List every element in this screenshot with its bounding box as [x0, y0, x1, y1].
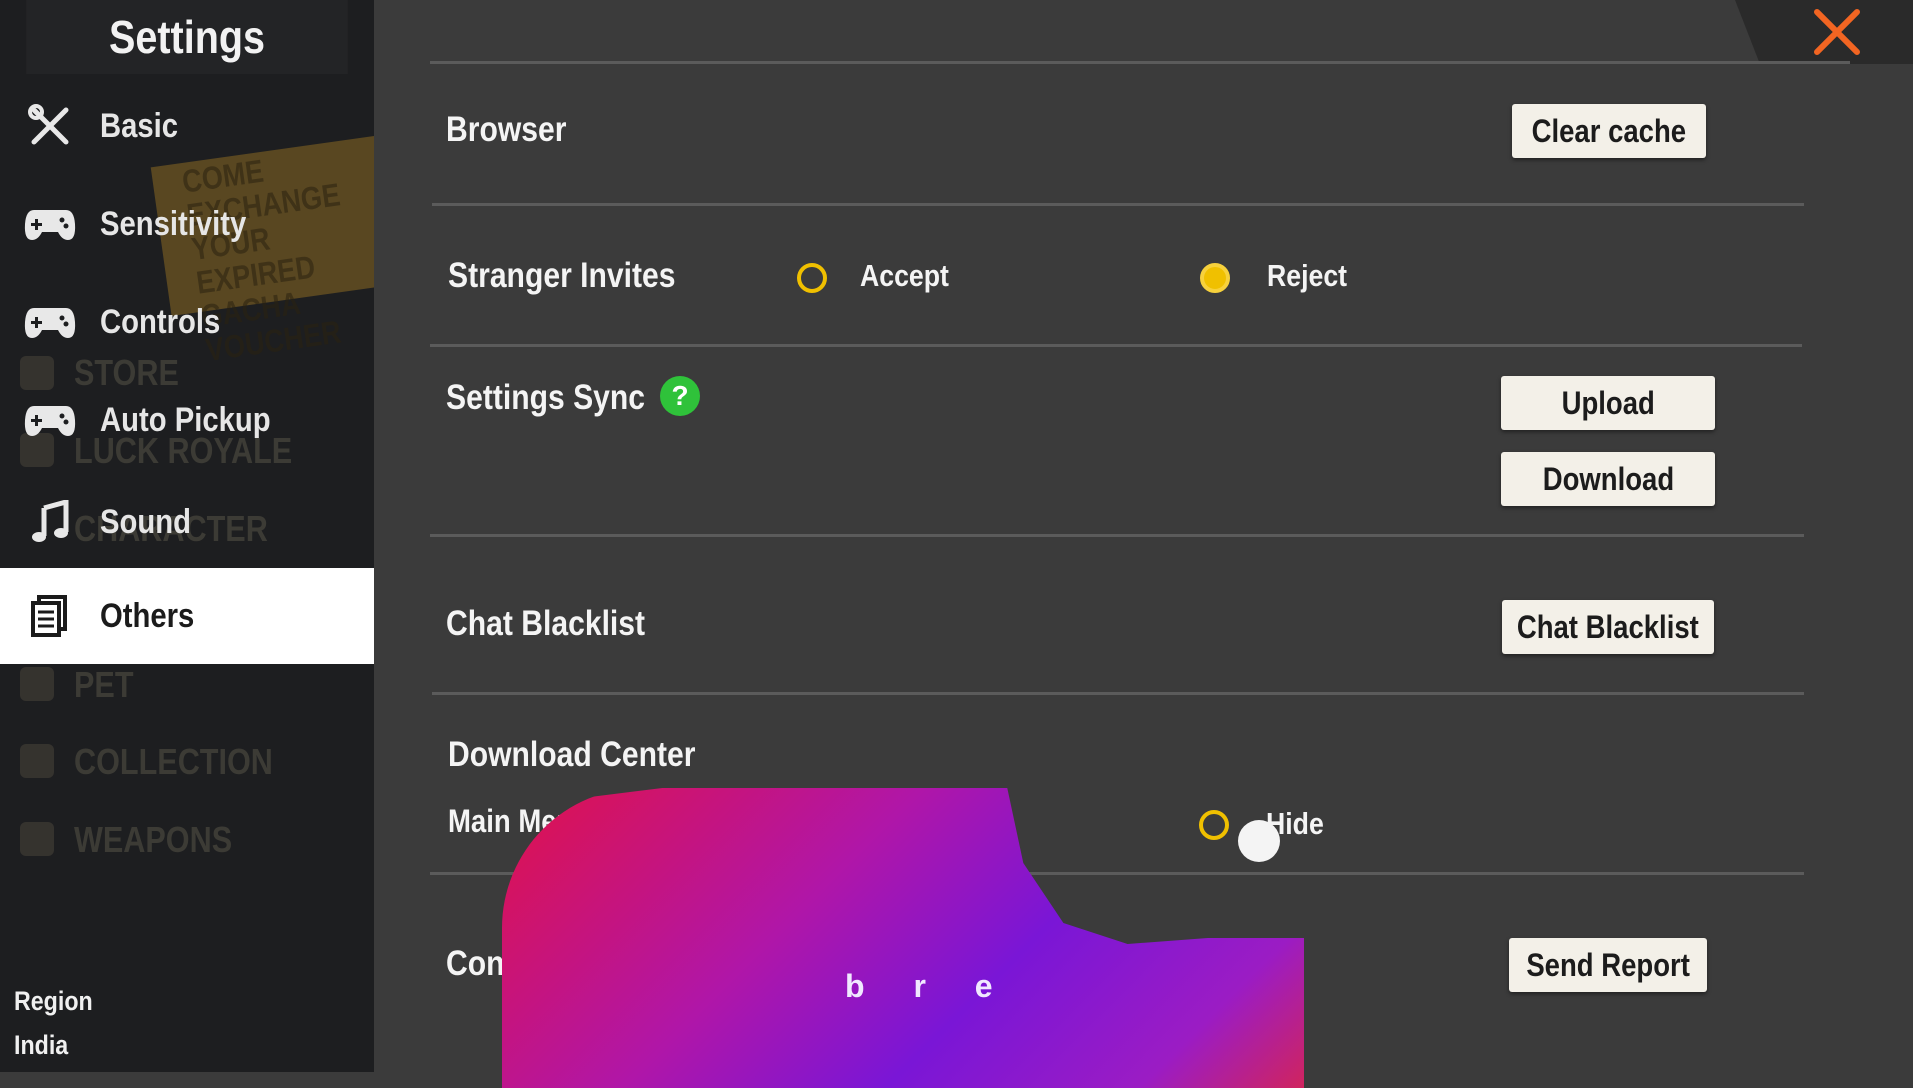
- upload-button[interactable]: Upload: [1501, 376, 1715, 430]
- divider: [430, 534, 1804, 537]
- sidebar-item-label: Auto Pickup: [100, 400, 271, 439]
- sidebar-item-label: Sensitivity: [100, 204, 247, 243]
- divider: [432, 203, 1804, 206]
- sidebar-item-basic[interactable]: Basic: [0, 78, 374, 174]
- clear-cache-label: Clear cache: [1531, 112, 1687, 149]
- pet-ghost-icon: [20, 667, 54, 701]
- sidebar-item-label: Controls: [100, 302, 221, 341]
- sidebar-item-label: Basic: [100, 106, 179, 145]
- overlay-text: b r e: [845, 968, 1013, 1004]
- chat-blacklist-button-label: Chat Blacklist: [1517, 608, 1699, 645]
- gamepad-icon: [22, 294, 78, 350]
- sidebar-item-sensitivity[interactable]: Sensitivity: [0, 176, 374, 272]
- hide-radio[interactable]: [1199, 810, 1229, 840]
- sidebar-item-auto-pickup[interactable]: Auto Pickup: [0, 372, 374, 468]
- divider: [430, 61, 1850, 64]
- divider: [432, 692, 1804, 695]
- sidebar-item-label: Others: [100, 596, 195, 635]
- gamepad-icon: [22, 392, 78, 448]
- divider: [430, 344, 1802, 347]
- sidebar-item-sound[interactable]: Sound: [0, 474, 374, 570]
- weapons-ghost-icon: [20, 822, 54, 856]
- sidebar-item-others[interactable]: Others: [0, 568, 374, 664]
- help-icon[interactable]: ?: [660, 376, 700, 416]
- send-report-label: Send Report: [1526, 946, 1690, 983]
- reject-radio[interactable]: [1200, 263, 1230, 293]
- stranger-invites-label: Stranger Invites: [448, 256, 676, 295]
- settings-sync-label: Settings Sync: [446, 378, 646, 417]
- settings-title: Settings: [26, 0, 348, 74]
- sidebar-item-controls[interactable]: Controls: [0, 274, 374, 370]
- ghost-collection: COLLECTION: [74, 741, 273, 782]
- region-label: Region: [14, 986, 93, 1016]
- sidebar-item-label: Sound: [100, 502, 191, 541]
- tools-icon: [22, 98, 78, 154]
- download-center-label: Download Center: [448, 735, 696, 774]
- clear-cache-button[interactable]: Clear cache: [1512, 104, 1706, 158]
- gamepad-icon: [22, 196, 78, 252]
- music-note-icon: [22, 494, 78, 550]
- reject-label: Reject: [1267, 258, 1348, 293]
- browser-label: Browser: [446, 110, 567, 149]
- sidebar: Settings COME EXCHANGE YOUR EXPIRED GACH…: [0, 0, 374, 1072]
- download-label: Download: [1542, 460, 1674, 497]
- collection-ghost-icon: [20, 744, 54, 778]
- region-value[interactable]: India: [14, 1030, 68, 1061]
- ghost-weapons: WEAPONS: [74, 819, 233, 860]
- document-icon: [22, 588, 78, 644]
- chat-blacklist-label: Chat Blacklist: [446, 604, 646, 643]
- send-report-button[interactable]: Send Report: [1509, 938, 1707, 992]
- chat-blacklist-button[interactable]: Chat Blacklist: [1502, 600, 1714, 654]
- download-button[interactable]: Download: [1501, 452, 1715, 506]
- upload-label: Upload: [1561, 384, 1655, 421]
- ghost-pet: PET: [74, 664, 134, 705]
- accept-radio[interactable]: [797, 263, 827, 293]
- touch-cursor: [1238, 820, 1280, 862]
- close-icon[interactable]: [1809, 6, 1865, 58]
- accept-label: Accept: [860, 258, 949, 293]
